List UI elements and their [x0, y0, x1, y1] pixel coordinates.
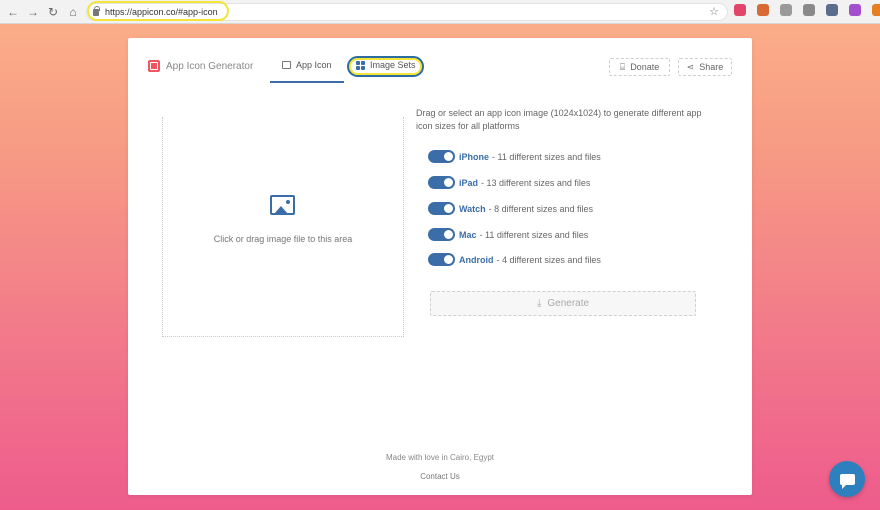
share-button[interactable]: ⋖ Share: [678, 58, 732, 76]
extension-icon[interactable]: [780, 4, 792, 16]
platform-mac: Mac - 11 different sizes and files: [428, 228, 588, 241]
platform-name: iPad: [459, 177, 479, 188]
back-icon[interactable]: ←: [4, 3, 22, 21]
platform-android: Android - 4 different sizes and files: [428, 253, 601, 266]
platform-name: iPhone: [459, 151, 490, 162]
platform-iphone: iPhone - 11 different sizes and files: [428, 150, 601, 163]
generate-button[interactable]: ⤓ Generate: [430, 291, 696, 316]
platform-name: Android: [459, 254, 494, 265]
image-upload-icon: [270, 195, 295, 215]
grid-icon: [356, 60, 365, 70]
tab-image-sets[interactable]: Image Sets: [356, 60, 416, 70]
description: Drag or select an app icon image (1024x1…: [416, 108, 702, 131]
contact-link[interactable]: Contact Us: [128, 472, 752, 481]
android-toggle[interactable]: [428, 253, 455, 266]
platform-detail: - 13 different sizes and files: [481, 177, 591, 188]
platform-name: Mac: [459, 229, 477, 240]
brand[interactable]: App Icon Generator: [148, 60, 253, 72]
watch-toggle[interactable]: [428, 202, 455, 215]
brand-logo-icon: [148, 60, 160, 72]
app-card: App Icon Generator App Icon Image Sets ⌸…: [128, 38, 752, 495]
extension-icon[interactable]: [826, 4, 838, 16]
nav-buttons: ← → ↻ ⌂: [4, 3, 82, 21]
dropzone-text: Click or drag image file to this area: [213, 234, 353, 244]
browser-toolbar: ← → ↻ ⌂ https://appicon.co/#app-icon ☆: [0, 0, 880, 24]
tab-app-icon-label: App Icon: [296, 60, 332, 70]
extension-icon[interactable]: [849, 4, 861, 16]
platform-name: Watch: [459, 203, 486, 214]
extension-icon[interactable]: [757, 4, 769, 16]
extensions: [734, 4, 880, 16]
gift-icon: ⌸: [619, 61, 626, 72]
reload-icon[interactable]: ↻: [44, 3, 62, 21]
upload-dropzone[interactable]: [162, 117, 404, 337]
brand-name: App Icon Generator: [166, 60, 254, 72]
donate-label: Donate: [630, 62, 660, 72]
share-label: Share: [699, 62, 724, 72]
url-highlight: [87, 1, 229, 21]
active-tab-indicator: [270, 81, 344, 83]
extension-icon[interactable]: [803, 4, 815, 16]
footer-credit: Made with love in Cairo, Egypt: [385, 453, 495, 462]
forward-icon[interactable]: →: [24, 3, 42, 21]
extension-icon[interactable]: [872, 4, 880, 16]
share-icon: ⋖: [686, 61, 695, 72]
chat-icon: [839, 473, 855, 489]
platform-detail: - 11 different sizes and files: [492, 151, 601, 162]
chat-button[interactable]: [829, 461, 865, 497]
platform-ipad: iPad - 13 different sizes and files: [428, 176, 590, 189]
bookmark-star-icon[interactable]: ☆: [709, 5, 719, 18]
platform-detail: - 11 different sizes and files: [479, 229, 589, 240]
iphone-toggle[interactable]: [428, 150, 455, 163]
donate-button[interactable]: ⌸ Donate: [609, 58, 670, 76]
home-icon[interactable]: ⌂: [64, 3, 82, 21]
ipad-toggle[interactable]: [428, 176, 455, 189]
platform-watch: Watch - 8 different sizes and files: [428, 202, 593, 215]
platform-detail: - 8 different sizes and files: [488, 203, 594, 214]
image-icon: [282, 61, 291, 69]
download-icon: ⤓: [536, 298, 542, 309]
tab-image-sets-label: Image Sets: [370, 60, 416, 70]
mac-toggle[interactable]: [428, 228, 455, 241]
tab-app-icon[interactable]: App Icon: [282, 60, 332, 70]
extension-icon[interactable]: [734, 4, 746, 16]
platform-detail: - 4 different sizes and files: [496, 254, 601, 265]
generate-label: Generate: [547, 298, 590, 309]
